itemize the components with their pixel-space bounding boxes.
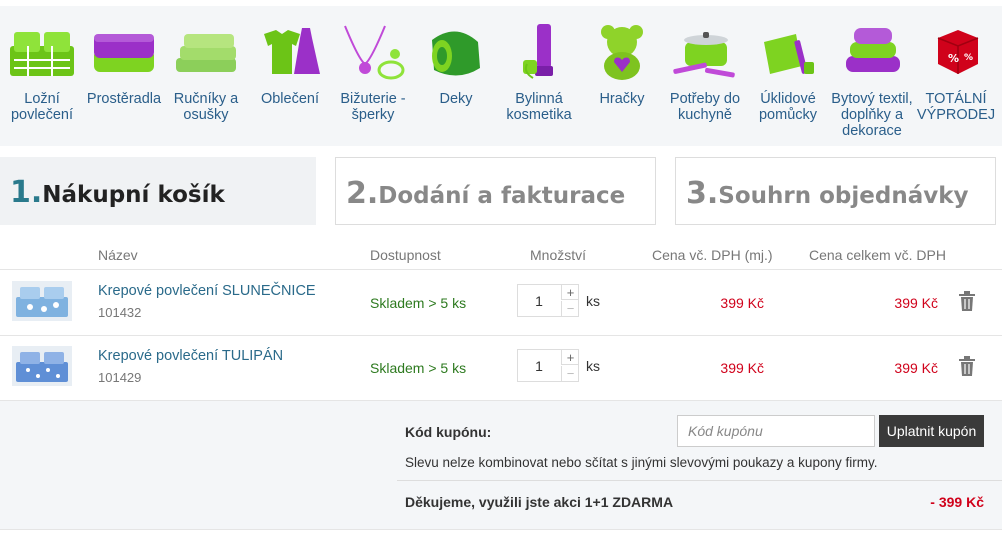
category-bar: Ložní povlečení Prostěradla Ručníky a os… bbox=[0, 6, 1002, 146]
category-label: Bytový textil, doplňky a dekorace bbox=[831, 91, 913, 139]
apply-coupon-button[interactable]: Uplatnit kupón bbox=[879, 415, 984, 447]
category-label: Hračky bbox=[599, 91, 645, 107]
category-toys[interactable]: Hračky bbox=[580, 6, 664, 146]
product-code: 101432 bbox=[98, 305, 142, 320]
kitchen-pot-icon bbox=[673, 32, 735, 78]
category-sale[interactable]: % % TOTÁLNÍ VÝPRODEJ bbox=[914, 6, 998, 146]
step-delivery[interactable]: 2.Dodání a fakturace bbox=[335, 157, 656, 225]
cart-table-header: Název Dostupnost Množství Cena vč. DPH (… bbox=[0, 238, 1002, 270]
svg-text:%: % bbox=[948, 52, 959, 65]
bedding-icon bbox=[10, 32, 74, 76]
category-label: Deky bbox=[439, 91, 473, 107]
unit-price: 399 Kč bbox=[720, 295, 764, 311]
header-name: Název bbox=[98, 247, 138, 263]
pillows-icon bbox=[846, 28, 900, 72]
header-availability: Dostupnost bbox=[370, 247, 441, 263]
sale-dice-icon: % % bbox=[937, 30, 979, 74]
dustpan-icon bbox=[764, 34, 814, 74]
product-name-link[interactable]: Krepové povlečení TULIPÁN bbox=[98, 348, 283, 364]
product-thumbnail[interactable] bbox=[12, 281, 72, 321]
category-label: Ložní povlečení bbox=[10, 91, 74, 123]
category-label: Bylinná kosmetika bbox=[506, 91, 572, 123]
category-cleaning[interactable]: Úklidové pomůcky bbox=[746, 6, 830, 146]
jewelry-icon bbox=[344, 25, 405, 80]
table-row: Krepové povlečení TULIPÁN 101429 Skladem… bbox=[0, 336, 1002, 401]
availability-status: Skladem > 5 ks bbox=[370, 360, 467, 376]
promo-text: Děkujeme, využili jste akci 1+1 ZDARMA bbox=[405, 494, 674, 510]
category-label: Potřeby do kuchyně bbox=[669, 91, 741, 123]
svg-text:%: % bbox=[964, 53, 973, 63]
coupon-section: Kód kupónu: Uplatnit kupón Slevu nelze k… bbox=[0, 401, 1002, 530]
category-label: Prostěradla bbox=[86, 91, 162, 107]
cosmetics-icon bbox=[523, 24, 553, 79]
quantity-decrease-button[interactable]: − bbox=[561, 366, 579, 381]
category-jewelry[interactable]: Bižuterie - šperky bbox=[331, 6, 415, 146]
category-bedding[interactable]: Ložní povlečení bbox=[0, 6, 84, 146]
quantity-increase-button[interactable]: + bbox=[561, 350, 579, 365]
header-unit-price: Cena vč. DPH (mj.) bbox=[652, 247, 773, 263]
header-total-price: Cena celkem vč. DPH bbox=[809, 247, 946, 263]
category-blankets[interactable]: Deky bbox=[414, 6, 498, 146]
clothing-icon bbox=[264, 28, 320, 74]
step-summary[interactable]: 3.Souhrn objednávky bbox=[675, 157, 996, 225]
header-quantity: Množství bbox=[530, 247, 587, 263]
category-kitchen[interactable]: Potřeby do kuchyně bbox=[663, 6, 747, 146]
coupon-label: Kód kupónu: bbox=[405, 424, 492, 440]
product-code: 101429 bbox=[98, 370, 142, 385]
coupon-input[interactable] bbox=[677, 415, 875, 447]
teddy-bear-icon bbox=[601, 25, 643, 80]
quantity-unit: ks bbox=[586, 293, 600, 309]
step-cart[interactable]: 1.Nákupní košík bbox=[0, 157, 316, 225]
quantity-stepper: + − bbox=[517, 349, 579, 382]
towels-icon bbox=[176, 34, 236, 72]
category-home-textile[interactable]: Bytový textil, doplňky a dekorace bbox=[830, 6, 914, 146]
total-price: 399 Kč bbox=[894, 295, 938, 311]
quantity-unit: ks bbox=[586, 358, 600, 374]
quantity-stepper: + − bbox=[517, 284, 579, 317]
step-label: Souhrn objednávky bbox=[718, 183, 969, 209]
category-bedsheets[interactable]: Prostěradla bbox=[82, 6, 166, 146]
category-label: Ručníky a osušky bbox=[173, 91, 239, 123]
category-label: Úklidové pomůcky bbox=[758, 91, 818, 123]
category-label: TOTÁLNÍ VÝPRODEJ bbox=[916, 91, 996, 123]
step-label: Dodání a fakturace bbox=[378, 183, 626, 209]
quantity-input[interactable] bbox=[518, 285, 560, 316]
coupon-note: Slevu nelze kombinovat nebo sčítat s jin… bbox=[405, 455, 878, 470]
product-name-link[interactable]: Krepové povlečení SLUNEČNICE bbox=[98, 283, 316, 299]
bedsheet-icon bbox=[94, 34, 154, 72]
step-number: 1. bbox=[10, 175, 43, 210]
blanket-icon bbox=[432, 31, 480, 76]
availability-status: Skladem > 5 ks bbox=[370, 295, 467, 311]
category-label: Oblečení bbox=[260, 91, 320, 107]
quantity-increase-button[interactable]: + bbox=[561, 285, 579, 300]
unit-price: 399 Kč bbox=[720, 360, 764, 376]
table-row: Krepové povlečení SLUNEČNICE 101432 Skla… bbox=[0, 271, 1002, 336]
total-price: 399 Kč bbox=[894, 360, 938, 376]
divider bbox=[397, 480, 1002, 481]
category-label: Bižuterie - šperky bbox=[340, 91, 406, 123]
product-thumbnail[interactable] bbox=[12, 346, 72, 386]
quantity-decrease-button[interactable]: − bbox=[561, 301, 579, 316]
step-label: Nákupní košík bbox=[42, 182, 225, 208]
trash-icon[interactable] bbox=[958, 356, 976, 376]
category-cosmetics[interactable]: Bylinná kosmetika bbox=[497, 6, 581, 146]
trash-icon[interactable] bbox=[958, 291, 976, 311]
step-number: 2. bbox=[346, 176, 379, 211]
step-number: 3. bbox=[686, 176, 719, 211]
category-clothing[interactable]: Oblečení bbox=[248, 6, 332, 146]
category-towels[interactable]: Ručníky a osušky bbox=[164, 6, 248, 146]
promo-discount: - 399 Kč bbox=[930, 494, 984, 510]
quantity-input[interactable] bbox=[518, 350, 560, 381]
